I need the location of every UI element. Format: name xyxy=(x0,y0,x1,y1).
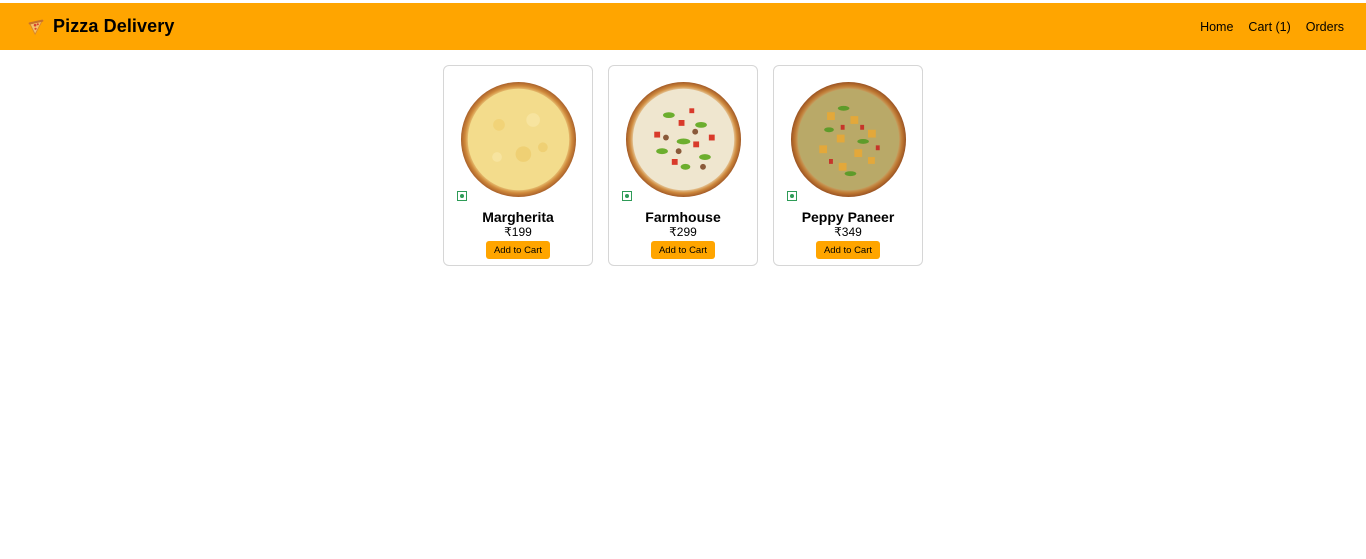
nav-home-link[interactable]: Home xyxy=(1200,20,1233,34)
product-grid: Margherita ₹199 Add to Cart Farmhouse ₹2… xyxy=(443,65,923,266)
add-to-cart-button[interactable]: Add to Cart xyxy=(485,241,551,259)
nav-cart-link[interactable]: Cart (1) xyxy=(1248,20,1290,34)
add-to-cart-button[interactable]: Add to Cart xyxy=(815,241,881,259)
brand[interactable]: Pizza Delivery xyxy=(27,16,174,37)
product-price: ₹349 xyxy=(834,225,862,239)
veg-indicator-icon xyxy=(622,191,632,201)
add-to-cart-button[interactable]: Add to Cart xyxy=(650,241,716,259)
product-card-farmhouse: Farmhouse ₹299 Add to Cart xyxy=(608,65,758,266)
farmhouse-pizza-image xyxy=(625,81,741,198)
product-card-peppy-paneer: Peppy Paneer ₹349 Add to Cart xyxy=(773,65,923,266)
pizza-slice-icon xyxy=(28,19,44,35)
product-name: Farmhouse xyxy=(645,209,721,225)
veg-indicator-icon xyxy=(787,191,797,201)
navbar: Pizza Delivery Home Cart (1) Orders xyxy=(0,3,1366,50)
product-name: Peppy Paneer xyxy=(801,209,895,225)
product-price: ₹199 xyxy=(504,225,532,239)
product-name: Margherita xyxy=(482,209,554,225)
veg-indicator-icon xyxy=(457,191,467,201)
margherita-pizza-image xyxy=(460,81,576,198)
product-card-margherita: Margherita ₹199 Add to Cart xyxy=(443,65,593,266)
product-price: ₹299 xyxy=(669,225,697,239)
nav-orders-link[interactable]: Orders xyxy=(1306,20,1344,34)
peppy-paneer-pizza-image xyxy=(790,81,906,198)
nav-links: Home Cart (1) Orders xyxy=(1200,20,1344,34)
brand-title: Pizza Delivery xyxy=(53,16,175,36)
